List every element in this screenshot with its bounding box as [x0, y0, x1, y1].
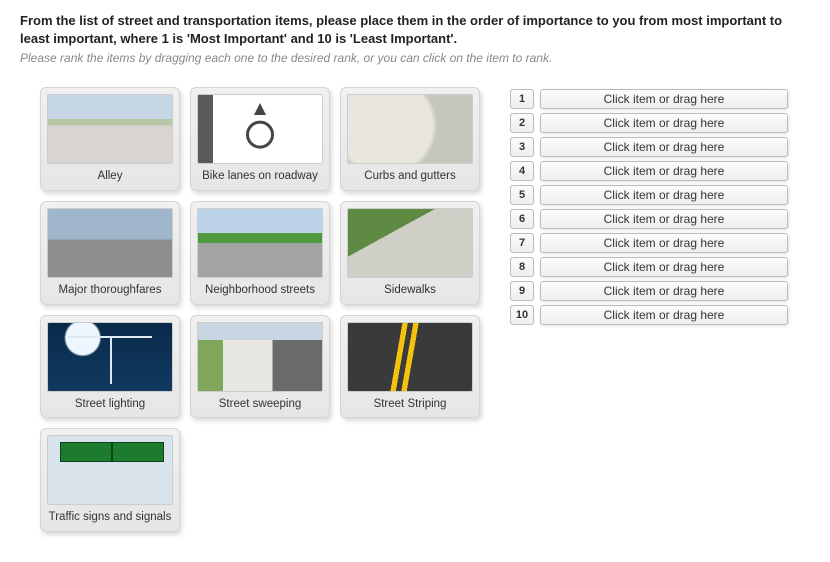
- rank-number: 4: [510, 161, 534, 181]
- item-caption: Traffic signs and signals: [47, 509, 173, 527]
- rank-row: 3 Click item or drag here: [510, 137, 788, 157]
- rank-drop-slot[interactable]: Click item or drag here: [540, 281, 788, 301]
- rank-row: 4 Click item or drag here: [510, 161, 788, 181]
- rank-number: 9: [510, 281, 534, 301]
- rank-row: 2 Click item or drag here: [510, 113, 788, 133]
- item-thumbnail: [197, 94, 323, 164]
- rank-row: 6 Click item or drag here: [510, 209, 788, 229]
- item-caption: Bike lanes on roadway: [197, 168, 323, 186]
- rank-row: 7 Click item or drag here: [510, 233, 788, 253]
- rank-item-card[interactable]: Neighborhood streets: [190, 201, 330, 305]
- rank-number: 1: [510, 89, 534, 109]
- rank-number: 8: [510, 257, 534, 277]
- rank-item-card[interactable]: Alley: [40, 87, 180, 191]
- item-caption: Street Striping: [347, 396, 473, 414]
- rank-item-card[interactable]: Sidewalks: [340, 201, 480, 305]
- rank-item-card[interactable]: Street lighting: [40, 315, 180, 419]
- rank-drop-slot[interactable]: Click item or drag here: [540, 137, 788, 157]
- item-thumbnail: [47, 322, 173, 392]
- rank-number: 2: [510, 113, 534, 133]
- items-grid: Alley Bike lanes on roadway Curbs and gutt…: [20, 87, 480, 532]
- item-caption: Alley: [47, 168, 173, 186]
- rank-number: 7: [510, 233, 534, 253]
- rank-item-card[interactable]: Street Striping: [340, 315, 480, 419]
- rank-drop-slot[interactable]: Click item or drag here: [540, 161, 788, 181]
- main-row: Alley Bike lanes on roadway Curbs and gutt…: [20, 87, 810, 532]
- rank-column: 1 Click item or drag here 2 Click item or d…: [510, 89, 788, 325]
- item-caption: Major thoroughfares: [47, 282, 173, 300]
- rank-number: 3: [510, 137, 534, 157]
- item-caption: Curbs and gutters: [347, 168, 473, 186]
- rank-drop-slot[interactable]: Click item or drag here: [540, 233, 788, 253]
- rank-item-card[interactable]: Traffic signs and signals: [40, 428, 180, 532]
- item-thumbnail: [47, 435, 173, 505]
- item-thumbnail: [347, 94, 473, 164]
- item-caption: Street sweeping: [197, 396, 323, 414]
- rank-row: 1 Click item or drag here: [510, 89, 788, 109]
- question-hint: Please rank the items by dragging each o…: [20, 51, 810, 65]
- rank-row: 9 Click item or drag here: [510, 281, 788, 301]
- rank-number: 5: [510, 185, 534, 205]
- rank-drop-slot[interactable]: Click item or drag here: [540, 305, 788, 325]
- rank-item-card[interactable]: Major thoroughfares: [40, 201, 180, 305]
- item-caption: Street lighting: [47, 396, 173, 414]
- item-caption: Sidewalks: [347, 282, 473, 300]
- rank-item-card[interactable]: Curbs and gutters: [340, 87, 480, 191]
- rank-drop-slot[interactable]: Click item or drag here: [540, 209, 788, 229]
- rank-item-card[interactable]: Street sweeping: [190, 315, 330, 419]
- item-caption: Neighborhood streets: [197, 282, 323, 300]
- rank-item-card[interactable]: Bike lanes on roadway: [190, 87, 330, 191]
- rank-number: 10: [510, 305, 534, 325]
- item-thumbnail: [47, 94, 173, 164]
- item-thumbnail: [197, 208, 323, 278]
- item-thumbnail: [47, 208, 173, 278]
- rank-row: 8 Click item or drag here: [510, 257, 788, 277]
- rank-row: 10 Click item or drag here: [510, 305, 788, 325]
- rank-row: 5 Click item or drag here: [510, 185, 788, 205]
- item-thumbnail: [347, 322, 473, 392]
- rank-drop-slot[interactable]: Click item or drag here: [540, 257, 788, 277]
- rank-drop-slot[interactable]: Click item or drag here: [540, 89, 788, 109]
- item-thumbnail: [197, 322, 323, 392]
- rank-drop-slot[interactable]: Click item or drag here: [540, 185, 788, 205]
- item-thumbnail: [347, 208, 473, 278]
- rank-number: 6: [510, 209, 534, 229]
- rank-drop-slot[interactable]: Click item or drag here: [540, 113, 788, 133]
- question-title: From the list of street and transportati…: [20, 12, 810, 47]
